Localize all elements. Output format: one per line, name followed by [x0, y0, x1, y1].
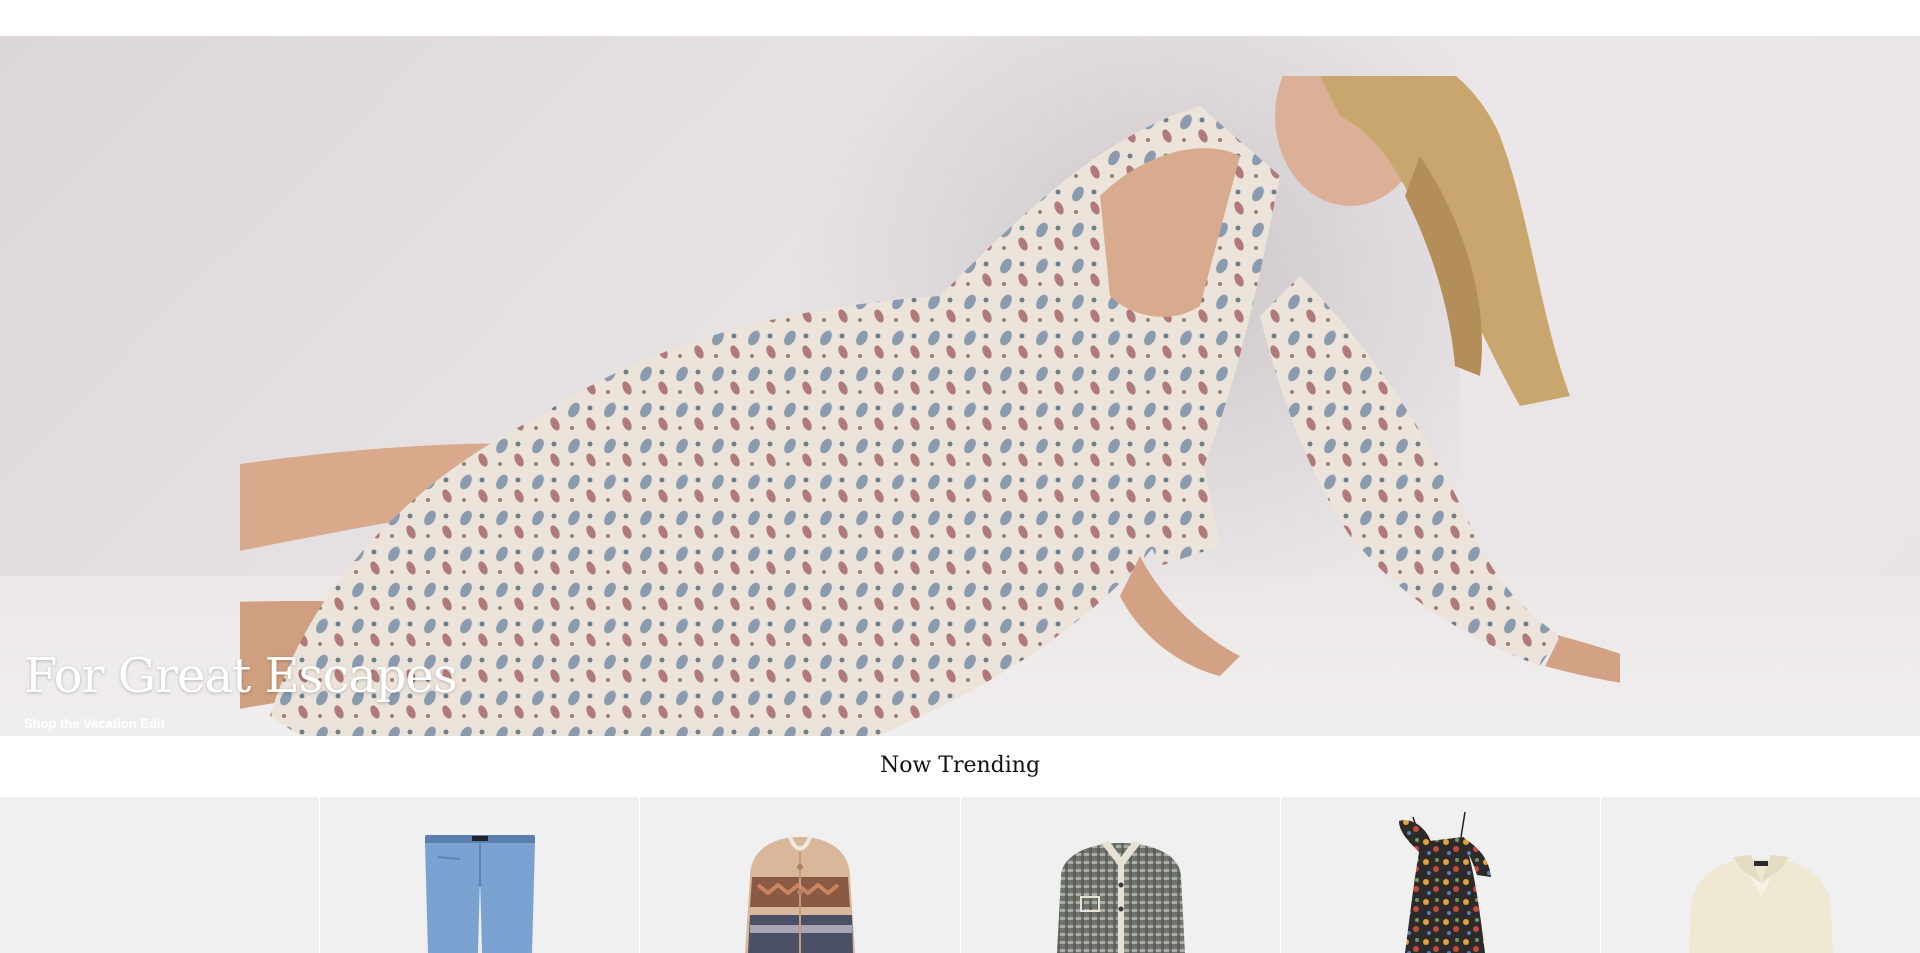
- product-tile-polo-sweater[interactable]: [1601, 797, 1920, 953]
- top-bar: [0, 0, 1920, 36]
- trending-products: [0, 797, 1920, 953]
- product-tile-shirt-jacket[interactable]: [961, 797, 1281, 953]
- shirt-jacket-image: [1056, 841, 1185, 953]
- product-tile-floral-dress[interactable]: [1281, 797, 1601, 953]
- polo-sweater-image: [1688, 855, 1833, 953]
- hero-model-image: [240, 76, 1620, 736]
- product-tile-empty[interactable]: [0, 797, 321, 953]
- cardigan-image: [745, 836, 856, 953]
- shop-vacation-edit-link[interactable]: Shop the Vacation Edit: [24, 716, 165, 736]
- now-trending-title: Now Trending: [879, 753, 1041, 778]
- product-tile-jeans[interactable]: [320, 797, 641, 953]
- floral-dress-image: [1398, 811, 1491, 953]
- jeans-image: [425, 835, 536, 953]
- hero-banner[interactable]: For Great Escapes Shop the Vacation Edit: [0, 36, 1920, 736]
- product-tile-cardigan[interactable]: [640, 797, 961, 953]
- hero-title: For Great Escapes: [24, 648, 458, 704]
